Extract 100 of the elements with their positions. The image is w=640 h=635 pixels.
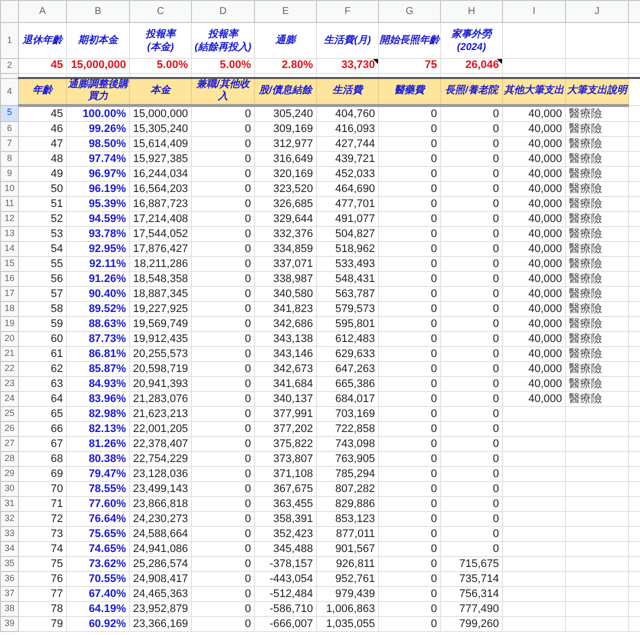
table-cell: 15,614,409 [130,136,192,151]
table-cell: 452,033 [316,166,378,181]
table-cell: 0 [440,451,502,466]
table-cell: 0 [192,271,254,286]
table-cell: 715,675 [440,556,502,571]
table-cell: 70.55% [66,571,130,586]
table-cell: 83.96% [66,391,130,406]
row-number: 14 [0,241,18,256]
table-cell: 40,000 [502,376,566,391]
row-number: 1 [0,22,18,58]
table-cell: 338,987 [254,271,316,286]
table-cell: 0 [192,211,254,226]
table-cell: 901,567 [316,541,378,556]
row-number: 9 [0,166,18,181]
row-number: 21 [0,346,18,361]
column-header: H [440,0,502,22]
table-cell: 95.39% [66,196,130,211]
table-cell: 51 [18,196,66,211]
table-cell: 0 [440,496,502,511]
table-cell: 703,169 [316,406,378,421]
parameter-value: 5.00% [192,58,254,73]
table-cell: 0 [378,421,440,436]
row-number: 5 [0,105,18,121]
table-cell: 0 [378,346,440,361]
table-cell: 0 [440,166,502,181]
note-indicator-icon[interactable] [373,59,378,64]
table-cell: 53 [18,226,66,241]
column-header: C [130,0,192,22]
table-cell: 0 [378,406,440,421]
table-cell: 醫療險 [566,121,628,136]
table-cell: 40,000 [502,331,566,346]
table-cell: 48 [18,151,66,166]
table-cell: 0 [192,226,254,241]
row-number: 35 [0,556,18,571]
table-cell: 665,386 [316,376,378,391]
table-cell: 979,439 [316,586,378,601]
table-cell: -378,157 [254,556,316,571]
table-cell: 345,488 [254,541,316,556]
parameter-label: 投報率 (本金) [130,22,192,58]
row-number: 22 [0,361,18,376]
table-cell: 0 [440,151,502,166]
table-cell: 0 [378,466,440,481]
table-cell: 0 [378,616,440,631]
table-cell: 0 [440,241,502,256]
table-cell: 65 [18,406,66,421]
table-cell: 0 [440,331,502,346]
table-cell: 24,465,363 [130,586,192,601]
column-header: D [192,0,254,22]
table-cell: 96.19% [66,181,130,196]
column-header: B [66,0,130,22]
table-cell: 25,286,574 [130,556,192,571]
row-number: 2 [0,58,18,73]
table-cell: 0 [378,496,440,511]
table-cell: 0 [378,391,440,406]
table-cell: 15,927,385 [130,151,192,166]
column-header: J [566,0,628,22]
parameter-label: 投報率 (結餘再投入) [192,22,254,58]
table-cell: 72 [18,511,66,526]
table-cell: 62 [18,361,66,376]
table-cell: 533,493 [316,256,378,271]
table-cell: 0 [378,481,440,496]
table-cell: 20,598,719 [130,361,192,376]
table-cell: 0 [192,166,254,181]
table-cell: 59 [18,316,66,331]
table-cell: 0 [378,526,440,541]
row-number: 38 [0,601,18,616]
table-cell: 326,685 [254,196,316,211]
table-cell: -443,054 [254,571,316,586]
table-cell: 23,128,036 [130,466,192,481]
table-cell: 18,211,286 [130,256,192,271]
row-number: 23 [0,376,18,391]
column-heading: 大筆支出說明 [566,78,628,105]
table-cell: 23,499,143 [130,481,192,496]
table-cell: 342,686 [254,316,316,331]
row-number: 19 [0,316,18,331]
table-cell: 40,000 [502,301,566,316]
table-cell: 40,000 [502,241,566,256]
table-cell: 醫療險 [566,256,628,271]
table-cell: 20,941,393 [130,376,192,391]
table-cell: 829,886 [316,496,378,511]
note-indicator-icon[interactable] [497,59,502,64]
row-number: 36 [0,571,18,586]
table-cell: 91.26% [66,271,130,286]
column-heading: 本金 [130,78,192,105]
table-cell: 0 [192,571,254,586]
table-cell: 醫療險 [566,271,628,286]
table-cell: 醫療險 [566,196,628,211]
table-cell: 743,098 [316,436,378,451]
table-cell: 0 [192,436,254,451]
table-cell: 316,649 [254,151,316,166]
table-cell: 0 [378,601,440,616]
table-cell: 40,000 [502,286,566,301]
table-cell: 647,263 [316,361,378,376]
table-cell: 0 [378,181,440,196]
table-cell: 96.97% [66,166,130,181]
table-cell: 1,006,863 [316,601,378,616]
table-cell: 22,378,407 [130,436,192,451]
table-cell: 0 [378,451,440,466]
table-cell: -512,484 [254,586,316,601]
table-cell: 47 [18,136,66,151]
